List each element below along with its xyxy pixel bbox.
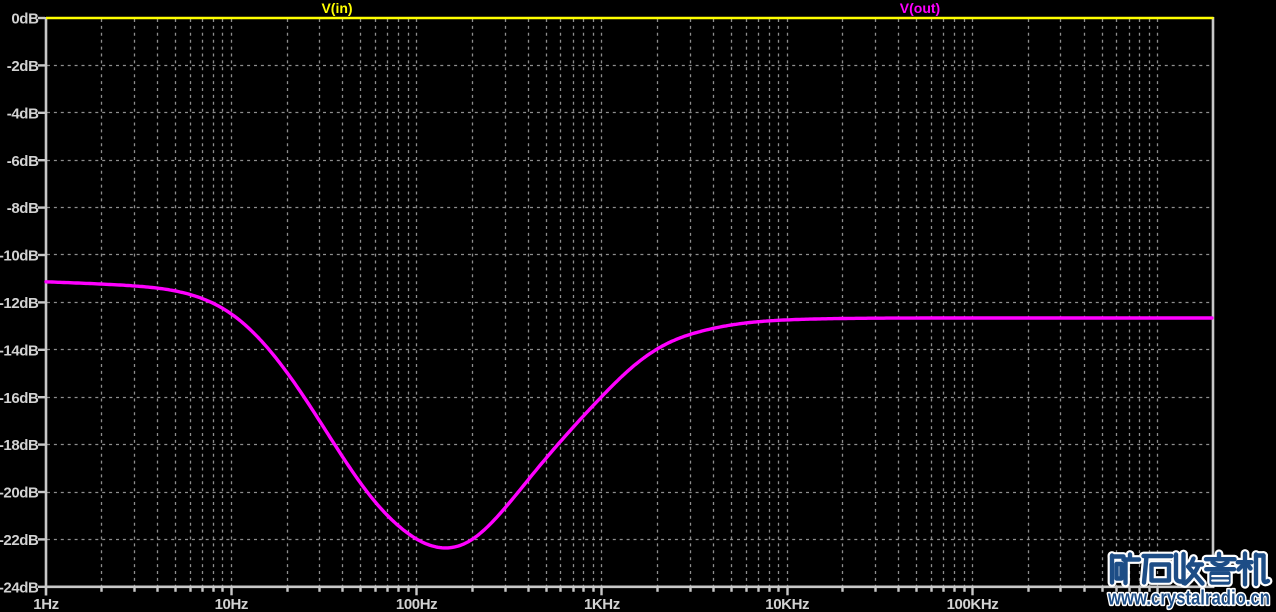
svg-text:-6dB: -6dB (7, 153, 39, 170)
svg-text:-24dB: -24dB (0, 579, 39, 596)
svg-text:-14dB: -14dB (0, 342, 39, 359)
svg-text:-8dB: -8dB (7, 200, 39, 217)
svg-text:V(in): V(in) (321, 0, 352, 16)
svg-text:www.crystalradio.cn: www.crystalradio.cn (1107, 588, 1270, 610)
svg-text:-20dB: -20dB (0, 485, 39, 502)
svg-text:0dB: 0dB (11, 11, 39, 28)
svg-text:V(out): V(out) (900, 0, 940, 16)
svg-text:10KHz: 10KHz (765, 596, 809, 612)
svg-text:-16dB: -16dB (0, 390, 39, 407)
svg-text:-4dB: -4dB (7, 105, 39, 122)
svg-text:-10dB: -10dB (0, 248, 39, 265)
svg-text:-2dB: -2dB (7, 58, 39, 75)
svg-text:-22dB: -22dB (0, 532, 39, 549)
svg-text:10Hz: 10Hz (215, 596, 248, 612)
svg-text:1Hz: 1Hz (33, 596, 58, 612)
svg-text:1KHz: 1KHz (584, 596, 620, 612)
svg-text:-18dB: -18dB (0, 437, 39, 454)
svg-text:100KHz: 100KHz (947, 596, 999, 612)
svg-text:-12dB: -12dB (0, 295, 39, 312)
svg-text:100Hz: 100Hz (396, 596, 437, 612)
